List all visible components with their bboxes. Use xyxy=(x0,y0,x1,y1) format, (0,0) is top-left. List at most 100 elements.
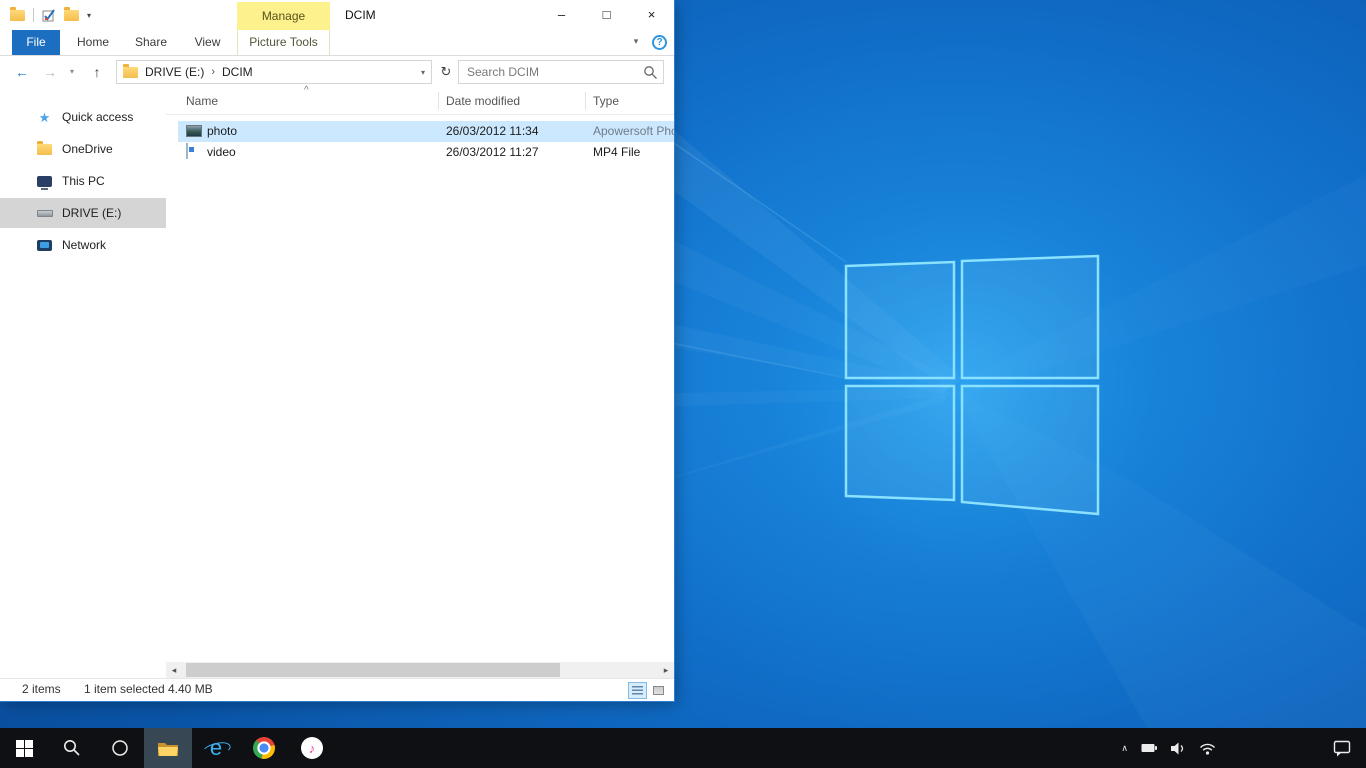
chrome-button[interactable] xyxy=(240,728,288,768)
breadcrumb-drive[interactable]: DRIVE (E:) xyxy=(142,65,207,79)
thumbnails-view-button[interactable] xyxy=(649,682,668,699)
horizontal-scrollbar[interactable]: ◂ ▸ xyxy=(166,662,674,678)
itunes-icon: ♪ xyxy=(301,737,323,759)
action-center-button[interactable] xyxy=(1333,728,1352,768)
sidebar-item-drive-e[interactable]: DRIVE (E:) xyxy=(0,198,166,228)
breadcrumb-dcim[interactable]: DCIM xyxy=(219,65,256,79)
thumbnails-view-icon xyxy=(653,686,664,695)
qat-divider xyxy=(33,8,34,22)
sidebar-item-label: Quick access xyxy=(62,110,133,124)
breadcrumb-separator: › xyxy=(211,66,215,78)
navigation-pane: ★ Quick access OneDrive This PC DRIVE (E… xyxy=(0,88,166,662)
scroll-right-icon[interactable]: ▸ xyxy=(658,662,674,678)
sidebar-item-network[interactable]: Network xyxy=(0,230,166,260)
back-button[interactable]: ← xyxy=(8,56,36,88)
close-button[interactable]: × xyxy=(629,0,674,30)
file-type: Apowersoft Pho xyxy=(593,121,674,142)
details-view-button[interactable] xyxy=(628,682,647,699)
details-view-icon xyxy=(632,686,643,695)
file-explorer-icon xyxy=(157,740,179,757)
qat-customize-dropdown-icon[interactable]: ▾ xyxy=(87,11,91,20)
file-row-video[interactable]: video 26/03/2012 11:27 MP4 File xyxy=(178,142,674,163)
scrollbar-thumb[interactable] xyxy=(186,663,560,677)
search-icon xyxy=(63,739,81,757)
refresh-button[interactable]: ↻ xyxy=(436,60,456,84)
address-dropdown-icon[interactable]: ▾ xyxy=(421,68,425,77)
selection-count: 1 item selected xyxy=(84,679,165,700)
column-header-date-modified[interactable]: Date modified xyxy=(446,88,520,114)
itunes-button[interactable]: ♪ xyxy=(288,728,336,768)
file-row-photo[interactable]: photo 26/03/2012 11:34 Apowersoft Pho xyxy=(178,121,674,142)
taskbar-search-button[interactable] xyxy=(48,728,96,768)
selection-size: 4.40 MB xyxy=(168,679,213,700)
window-title: DCIM xyxy=(345,0,376,30)
tab-file[interactable]: File xyxy=(12,30,60,55)
sidebar-item-label: DRIVE (E:) xyxy=(62,206,121,220)
sidebar-item-this-pc[interactable]: This PC xyxy=(0,166,166,196)
internet-explorer-button[interactable]: e xyxy=(192,728,240,768)
file-rows: photo 26/03/2012 11:34 Apowersoft Pho vi… xyxy=(166,121,674,163)
column-divider[interactable] xyxy=(585,92,586,110)
start-button[interactable] xyxy=(0,728,48,768)
file-name: photo xyxy=(207,121,237,142)
column-header-name[interactable]: Name xyxy=(186,88,218,114)
history-dropdown-icon[interactable]: ▾ xyxy=(64,56,80,88)
column-header-type[interactable]: Type xyxy=(593,88,619,114)
maximize-button[interactable]: □ xyxy=(584,0,629,30)
file-name: video xyxy=(207,142,236,163)
search-input[interactable] xyxy=(459,61,663,83)
column-divider[interactable] xyxy=(438,92,439,110)
drive-icon xyxy=(37,210,53,217)
file-explorer-window: ▾ Manage DCIM – □ × File Home Share View… xyxy=(0,0,674,701)
tab-picture-tools[interactable]: Picture Tools xyxy=(237,30,330,55)
titlebar: ▾ Manage DCIM – □ × xyxy=(0,0,674,30)
ribbon-collapse-icon[interactable]: ▾ xyxy=(626,30,646,53)
mp4-file-icon xyxy=(186,143,188,159)
ribbon-tabs: File Home Share View Picture Tools ▾ ? xyxy=(0,30,674,56)
sidebar-item-label: Network xyxy=(62,238,106,252)
address-bar: ← → ▾ ↑ DRIVE (E:) › DCIM ▾ ↻ xyxy=(0,56,674,88)
photo-thumbnail-icon xyxy=(186,125,202,137)
search-box xyxy=(458,60,664,84)
search-icon xyxy=(643,65,658,80)
system-tray: ∧ xyxy=(1121,728,1216,768)
manage-contextual-tab[interactable]: Manage xyxy=(237,2,330,30)
sidebar-item-onedrive[interactable]: OneDrive xyxy=(0,134,166,164)
cortana-circle-icon xyxy=(111,739,129,757)
taskbar-file-explorer-button[interactable] xyxy=(144,728,192,768)
desktop-screen: ▾ Manage DCIM – □ × File Home Share View… xyxy=(0,0,1366,768)
file-date-modified: 26/03/2012 11:34 xyxy=(446,121,539,142)
qat-properties-icon[interactable] xyxy=(42,9,56,22)
qat-folder-icon[interactable] xyxy=(10,10,25,21)
up-button[interactable]: ↑ xyxy=(84,56,110,88)
items-count: 2 items xyxy=(22,679,61,700)
breadcrumb[interactable]: DRIVE (E:) › DCIM ▾ xyxy=(116,60,432,84)
cortana-button[interactable] xyxy=(96,728,144,768)
tab-view[interactable]: View xyxy=(180,30,235,55)
breadcrumb-folder-icon xyxy=(123,67,138,78)
internet-explorer-icon: e xyxy=(204,736,228,760)
minimize-button[interactable]: – xyxy=(539,0,584,30)
file-type: MP4 File xyxy=(593,142,674,163)
onedrive-icon xyxy=(37,144,52,155)
quick-access-star-icon: ★ xyxy=(39,111,51,124)
tab-share[interactable]: Share xyxy=(122,30,180,55)
taskbar: e ♪ ∧ xyxy=(0,728,1366,768)
volume-icon[interactable] xyxy=(1171,742,1186,755)
help-icon[interactable]: ? xyxy=(652,35,667,50)
sidebar-item-label: This PC xyxy=(62,174,105,188)
scroll-left-icon[interactable]: ◂ xyxy=(166,662,182,678)
battery-icon[interactable] xyxy=(1141,743,1158,753)
forward-button[interactable]: → xyxy=(38,56,62,88)
hidden-icons-chevron-icon[interactable]: ∧ xyxy=(1121,743,1128,754)
chrome-icon xyxy=(253,737,275,759)
wifi-icon[interactable] xyxy=(1199,742,1216,755)
qat-new-folder-icon[interactable] xyxy=(64,10,79,21)
windows-logo xyxy=(846,256,1098,514)
status-bar: 2 items 1 item selected 4.40 MB xyxy=(0,678,674,701)
action-center-icon xyxy=(1333,740,1352,757)
sidebar-item-quick-access[interactable]: ★ Quick access xyxy=(0,102,166,132)
tab-home[interactable]: Home xyxy=(64,30,122,55)
window-body: ★ Quick access OneDrive This PC DRIVE (E… xyxy=(0,88,674,662)
taskbar-buttons: e ♪ xyxy=(0,728,336,768)
